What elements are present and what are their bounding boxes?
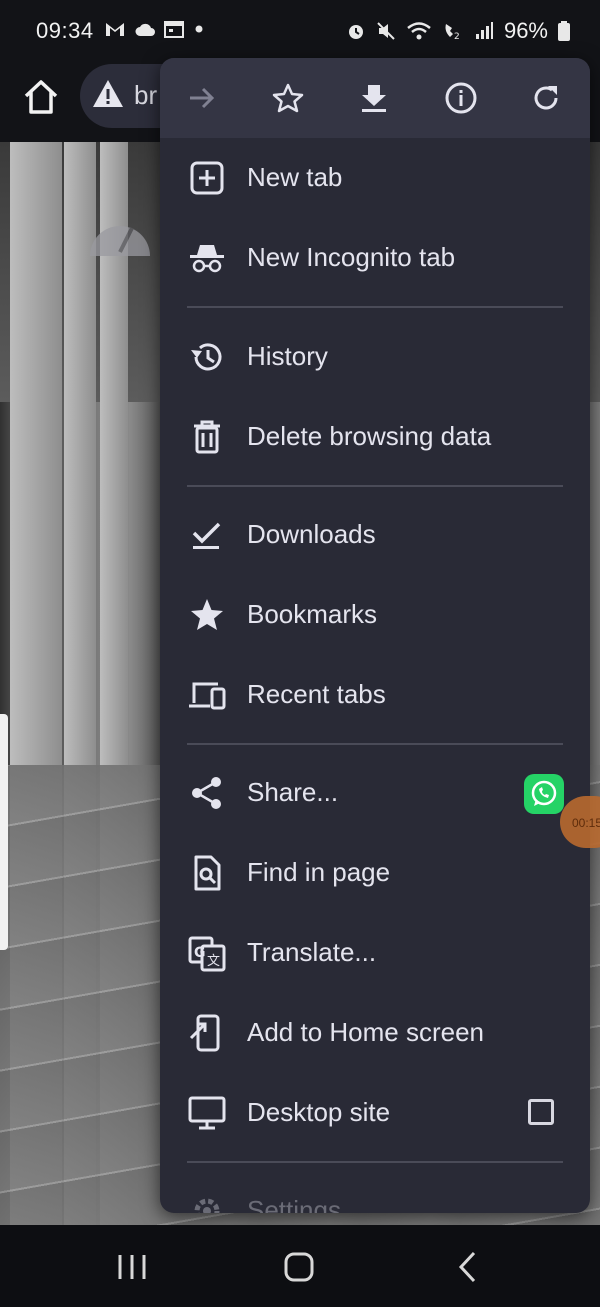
menu-item-label: Find in page	[247, 857, 391, 887]
url-text: br	[134, 80, 158, 110]
settings-gear-icon	[194, 1198, 220, 1213]
download-icon	[362, 85, 386, 112]
volte-icon: 2	[445, 24, 460, 41]
status-bar: 09:34 2 96%	[0, 0, 600, 64]
menu-divider	[187, 485, 563, 487]
signal-icon	[475, 22, 493, 39]
find-in-page-icon	[194, 855, 221, 891]
menu-item-label: New Incognito tab	[247, 242, 456, 272]
info-icon	[445, 82, 477, 114]
system-navigation-bar	[0, 1225, 600, 1307]
menu-divider	[187, 306, 563, 308]
menu-item-new-incognito-tab[interactable]: New Incognito tab	[160, 218, 590, 298]
cloud-icon	[135, 23, 155, 36]
svg-text:文: 文	[207, 954, 220, 969]
overflow-menu: New tab New Incognito tab History Delete…	[160, 58, 590, 1213]
menu-item-history[interactable]: History	[160, 317, 590, 397]
menu-item-label: New tab	[247, 162, 343, 192]
menu-item-settings[interactable]: Settings	[160, 1171, 590, 1213]
downloads-check-icon	[192, 522, 221, 549]
menu-divider	[187, 1161, 563, 1163]
status-left-icons	[104, 20, 206, 38]
back-nav-icon[interactable]	[448, 1247, 488, 1287]
dot-icon	[195, 25, 203, 33]
menu-item-delete-browsing-data[interactable]: Delete browsing data	[160, 397, 590, 477]
menu-item-label: Add to Home screen	[247, 1017, 485, 1047]
svg-text:G: G	[194, 945, 206, 961]
menu-item-label: Downloads	[247, 519, 376, 549]
desktop-site-checkbox[interactable]	[528, 1099, 554, 1125]
menu-item-translate[interactable]: G文 Translate...	[160, 913, 590, 993]
alarm-icon	[348, 25, 363, 39]
bookmark-page-button[interactable]	[266, 76, 310, 120]
menu-item-label: Desktop site	[247, 1097, 391, 1127]
whatsapp-icon	[531, 780, 557, 806]
devices-icon	[189, 682, 226, 710]
home-icon[interactable]	[22, 78, 60, 116]
history-icon	[191, 343, 222, 371]
forward-button[interactable]	[180, 76, 224, 120]
desktop-icon	[188, 1096, 226, 1130]
battery-percent: 96%	[503, 18, 548, 43]
recording-time: 00:15	[572, 816, 600, 830]
translate-icon: G文	[188, 936, 226, 972]
new-tab-icon	[190, 161, 224, 195]
menu-item-label: History	[247, 341, 328, 371]
download-page-button[interactable]	[352, 76, 396, 120]
whatsapp-share-shortcut[interactable]	[524, 774, 564, 814]
menu-action-row	[160, 58, 590, 138]
add-to-home-icon	[189, 1014, 220, 1052]
menu-item-label: Translate...	[247, 937, 377, 967]
menu-item-bookmarks[interactable]: Bookmarks	[160, 575, 590, 655]
star-icon	[191, 599, 223, 630]
menu-item-desktop-site[interactable]: Desktop site	[160, 1073, 590, 1153]
home-nav-icon[interactable]	[279, 1247, 319, 1287]
reload-button[interactable]	[524, 76, 568, 120]
reload-icon	[534, 86, 558, 110]
warning-icon	[93, 80, 123, 107]
calendar-icon	[164, 21, 184, 38]
menu-item-recent-tabs[interactable]: Recent tabs	[160, 655, 590, 735]
gmail-icon	[106, 23, 124, 36]
page-side-tab[interactable]	[0, 714, 8, 950]
wifi-icon	[407, 22, 431, 40]
mute-icon	[377, 22, 395, 40]
svg-text:2: 2	[454, 32, 460, 41]
menu-item-label: Settings	[247, 1195, 341, 1213]
menu-item-downloads[interactable]: Downloads	[160, 495, 590, 575]
trash-icon	[194, 420, 220, 454]
menu-divider	[187, 743, 563, 745]
menu-item-add-to-home-screen[interactable]: Add to Home screen	[160, 993, 590, 1073]
menu-item-label: Bookmarks	[247, 599, 378, 629]
incognito-icon	[190, 245, 224, 273]
star-outline-icon	[272, 83, 304, 113]
menu-item-label: Delete browsing data	[247, 421, 492, 451]
forward-arrow-icon	[190, 87, 215, 109]
menu-item-label: Share...	[247, 777, 339, 807]
menu-item-label: Recent tabs	[247, 679, 386, 709]
status-time: 09:34	[36, 18, 94, 43]
gauge-icon	[90, 226, 150, 256]
page-info-button[interactable]	[439, 76, 483, 120]
share-icon	[192, 777, 221, 809]
recent-apps-icon[interactable]	[112, 1247, 152, 1287]
menu-item-new-tab[interactable]: New tab	[160, 138, 590, 218]
battery-icon	[558, 21, 570, 41]
menu-item-find-in-page[interactable]: Find in page	[160, 833, 590, 913]
status-right-icons: 2 96%	[346, 18, 570, 44]
